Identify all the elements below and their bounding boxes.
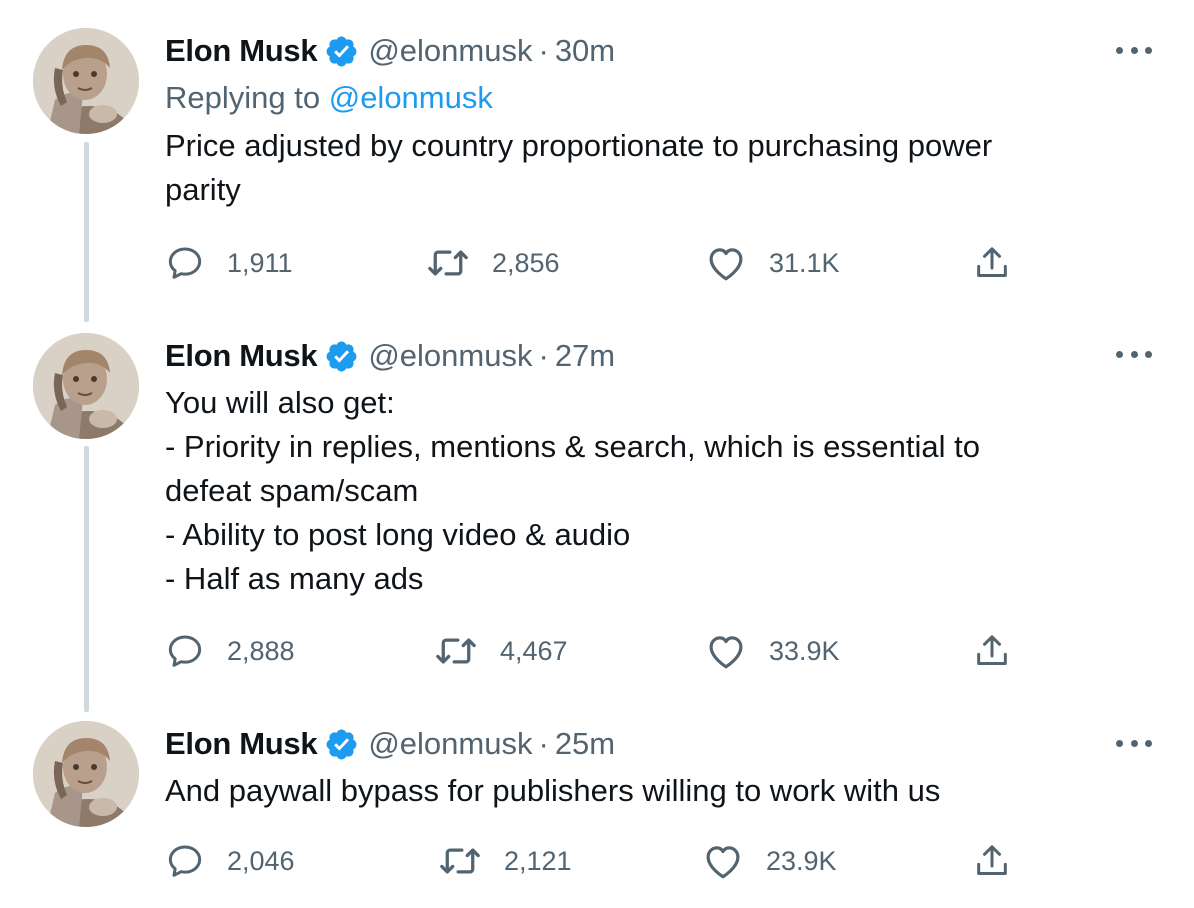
verified-badge-icon <box>326 341 357 371</box>
reply-icon <box>168 845 202 877</box>
verified-badge-icon <box>326 729 357 759</box>
verified-badge-icon <box>326 36 357 66</box>
retweet-icon <box>428 250 468 276</box>
timestamp[interactable]: 27m <box>555 335 615 377</box>
tweet-header: Elon Musk @elonmusk · 27m <box>165 335 615 377</box>
avatar[interactable] <box>33 333 139 439</box>
like-count: 33.9K <box>769 635 840 666</box>
more-options-icon[interactable] <box>1116 347 1152 361</box>
like-count: 31.1K <box>769 247 840 278</box>
author-handle[interactable]: @elonmusk <box>368 30 532 72</box>
author-handle[interactable]: @elonmusk <box>368 335 532 377</box>
tweet-actions: 2,046 2,121 23.9K <box>0 836 1194 886</box>
reply-count: 1,911 <box>227 247 293 278</box>
author-name[interactable]: Elon Musk <box>165 335 318 377</box>
tweet-text-line: - Half as many ads <box>165 561 424 596</box>
tweet-text: Price adjusted by country proportionate … <box>165 124 1125 212</box>
author-name[interactable]: Elon Musk <box>165 30 318 72</box>
timestamp[interactable]: 25m <box>555 723 615 765</box>
reply-icon <box>168 635 202 667</box>
share-icon <box>977 635 1007 665</box>
share-icon <box>977 845 1007 875</box>
reply-icon <box>168 247 202 279</box>
retweet-icon <box>440 848 480 874</box>
like-button[interactable]: 33.9K <box>705 626 840 676</box>
replying-to-label: Replying to <box>165 80 321 115</box>
tweet-text-line: defeat spam/scam <box>165 473 419 508</box>
tweet-header: Elon Musk @elonmusk · 30m <box>165 30 615 72</box>
reply-button[interactable]: 1,911 <box>165 238 293 288</box>
like-button[interactable]: 23.9K <box>702 836 837 886</box>
reply-button[interactable]: 2,046 <box>165 836 295 886</box>
more-options-icon[interactable] <box>1116 43 1152 57</box>
retweet-button[interactable]: 2,121 <box>438 836 572 886</box>
tweet[interactable]: Elon Musk @elonmusk · 30m Replying to @e… <box>0 0 1194 300</box>
share-button[interactable] <box>972 836 1012 886</box>
share-button[interactable] <box>972 238 1012 288</box>
avatar[interactable] <box>33 721 139 827</box>
timestamp[interactable]: 30m <box>555 30 615 72</box>
tweet-text-line: - Priority in replies, mentions & search… <box>165 429 980 464</box>
like-button[interactable]: 31.1K <box>705 238 840 288</box>
tweet-text: You will also get: - Priority in replies… <box>165 381 1125 601</box>
author-handle[interactable]: @elonmusk <box>368 723 532 765</box>
tweet-text-line: And paywall bypass for publishers willin… <box>165 773 941 808</box>
share-button[interactable] <box>972 626 1012 676</box>
retweet-count: 2,121 <box>504 845 572 876</box>
reply-button[interactable]: 2,888 <box>165 626 295 676</box>
retweet-count: 2,856 <box>492 247 560 278</box>
tweet-text-line: parity <box>165 172 241 207</box>
like-icon <box>709 636 743 669</box>
retweet-icon <box>436 638 476 664</box>
retweet-button[interactable]: 2,856 <box>426 238 560 288</box>
like-count: 23.9K <box>766 845 837 876</box>
share-icon <box>977 247 1007 277</box>
retweet-button[interactable]: 4,467 <box>434 626 568 676</box>
separator-dot: · <box>538 338 549 373</box>
avatar[interactable] <box>33 28 139 134</box>
tweet-text-line: You will also get: <box>165 385 395 420</box>
tweet-actions: 2,888 4,467 33.9K <box>0 626 1194 676</box>
replying-to-mention[interactable]: @elonmusk <box>329 80 493 115</box>
tweet-text-line: Price adjusted by country proportionate … <box>165 128 993 163</box>
tweet[interactable]: Elon Musk @elonmusk · 27m You will also … <box>0 305 1194 695</box>
more-options-icon[interactable] <box>1116 736 1152 750</box>
reply-count: 2,046 <box>227 845 295 876</box>
author-name[interactable]: Elon Musk <box>165 723 318 765</box>
tweet-header: Elon Musk @elonmusk · 25m <box>165 723 615 765</box>
separator-dot: · <box>538 33 549 68</box>
tweet[interactable]: Elon Musk @elonmusk · 25m And paywall by… <box>0 693 1194 908</box>
replying-to: Replying to @elonmusk <box>165 76 493 120</box>
retweet-count: 4,467 <box>500 635 568 666</box>
tweet-text-line: - Ability to post long video & audio <box>165 517 631 552</box>
like-icon <box>706 846 740 879</box>
separator-dot: · <box>538 726 549 761</box>
tweet-text: And paywall bypass for publishers willin… <box>165 769 1125 813</box>
reply-count: 2,888 <box>227 635 295 666</box>
like-icon <box>709 248 743 281</box>
tweet-actions: 1,911 2,856 31.1K <box>0 238 1194 288</box>
